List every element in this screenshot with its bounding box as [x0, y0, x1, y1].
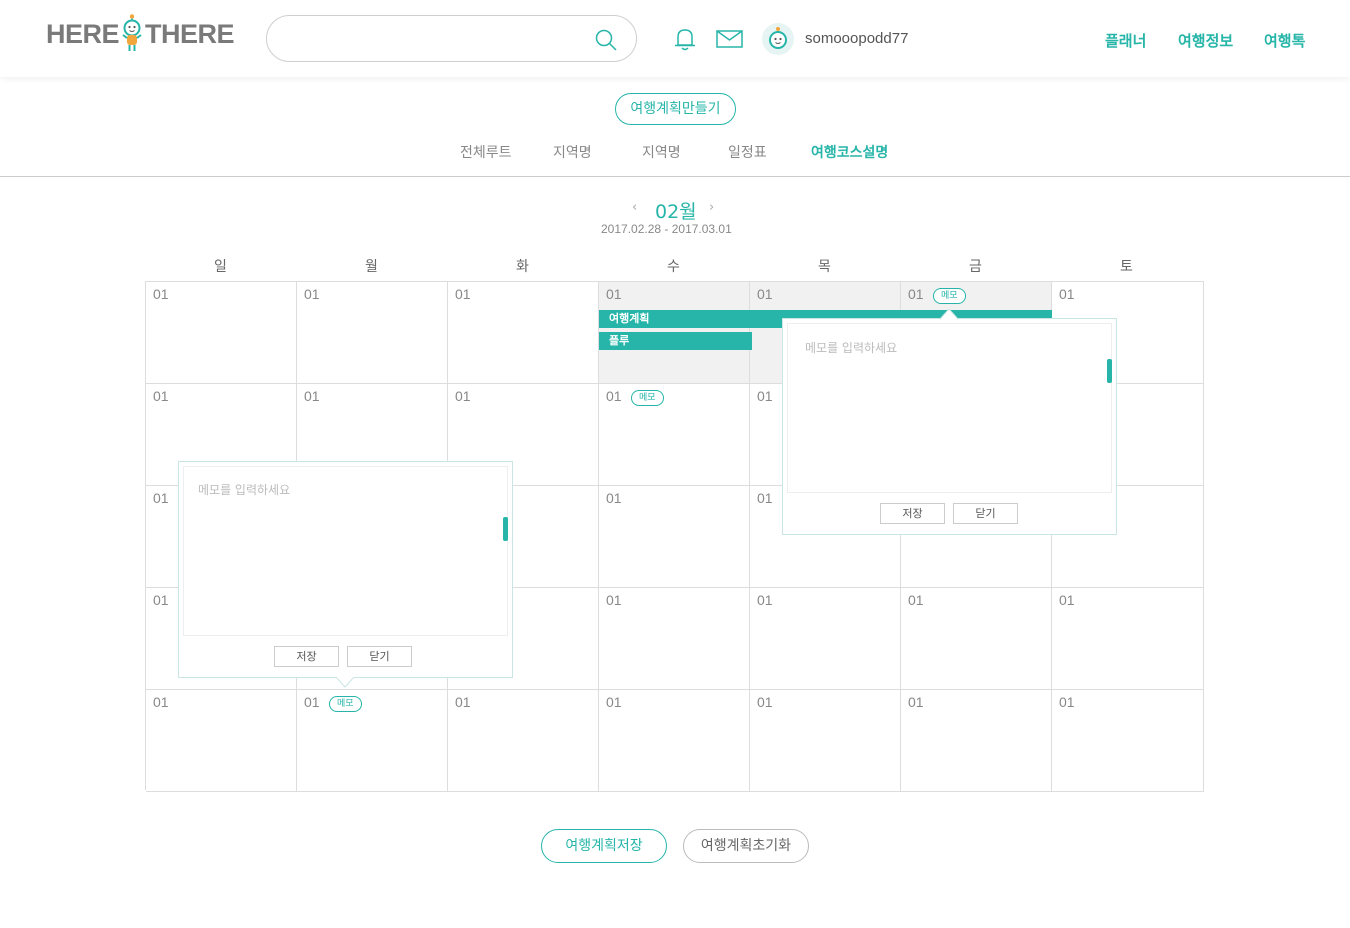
day-number: 01 — [153, 592, 169, 608]
calendar-day-cell[interactable]: 01 메모 — [599, 384, 750, 486]
memo-popup-right: 메모를 입력하세요 저장 닫기 — [782, 309, 1117, 535]
memo-badge[interactable]: 메모 — [631, 390, 664, 406]
calendar-day-cell[interactable]: 01 — [599, 690, 750, 792]
memo-textarea[interactable]: 메모를 입력하세요 — [183, 466, 508, 636]
date-range: 2017.02.28 - 2017.03.01 — [601, 222, 732, 236]
day-number: 01 — [304, 388, 320, 404]
top-header: HERE THERE somooopodd77 플래너 여행정보 여행톡 — [0, 0, 1350, 77]
memo-placeholder: 메모를 입력하세요 — [198, 483, 291, 497]
save-plan-button[interactable]: 여행계획저장 — [541, 829, 667, 863]
day-number: 01 — [153, 286, 169, 302]
memo-scrollbar[interactable] — [503, 517, 508, 541]
calendar-day-cell[interactable]: 01 — [297, 282, 448, 384]
memo-scrollbar[interactable] — [1107, 359, 1112, 383]
prev-month-arrow[interactable]: ‹ — [632, 200, 637, 215]
day-number: 01 — [153, 490, 169, 506]
popup-pointer-icon — [940, 309, 958, 320]
event-bar-flu[interactable]: 플루 — [599, 332, 752, 350]
day-number: 01 — [757, 490, 773, 506]
calendar-day-cell[interactable]: 01 — [146, 282, 297, 384]
day-number: 01 — [757, 694, 773, 710]
day-number: 01 — [606, 286, 622, 302]
memo-popup-left: 메모를 입력하세요 저장 닫기 — [178, 461, 513, 688]
calendar-day-cell[interactable]: 01 — [448, 690, 599, 792]
username[interactable]: somooopodd77 — [805, 30, 908, 47]
weekday-wed: 수 — [667, 259, 680, 275]
day-number: 01 — [304, 694, 320, 710]
calendar-day-cell[interactable]: 01 — [750, 588, 901, 690]
day-number: 01 — [304, 286, 320, 302]
memo-save-button[interactable]: 저장 — [880, 503, 945, 524]
tab-course-description[interactable]: 여행코스설명 — [811, 142, 888, 162]
mascot-icon — [122, 14, 142, 51]
make-plan-button[interactable]: 여행계획만들기 — [615, 93, 736, 125]
calendar-day-cell[interactable]: 01 — [599, 588, 750, 690]
mail-icon[interactable] — [716, 29, 743, 49]
day-number: 01 — [908, 286, 924, 302]
logo-text-right: THERE — [145, 18, 235, 49]
day-number: 01 — [153, 694, 169, 710]
weekday-sun: 일 — [214, 259, 227, 275]
calendar-day-cell[interactable]: 01 — [146, 690, 297, 792]
search-input[interactable] — [285, 26, 585, 52]
bell-icon[interactable] — [672, 26, 698, 52]
avatar[interactable] — [762, 23, 794, 55]
day-number: 01 — [1059, 694, 1075, 710]
avatar-icon — [769, 27, 787, 49]
nav-travel-talk[interactable]: 여행톡 — [1264, 30, 1305, 51]
weekday-thu: 목 — [818, 259, 831, 275]
day-number: 01 — [455, 694, 471, 710]
next-month-arrow[interactable]: › — [709, 200, 714, 215]
search-icon[interactable] — [594, 28, 618, 52]
memo-badge[interactable]: 메모 — [329, 696, 362, 712]
nav-planner[interactable]: 플래너 — [1105, 30, 1146, 51]
calendar-day-cell[interactable]: 01 — [599, 486, 750, 588]
day-number: 01 — [455, 388, 471, 404]
weekday-sat: 토 — [1120, 259, 1133, 275]
day-number: 01 — [606, 490, 622, 506]
day-number: 01 — [757, 286, 773, 302]
calendar-day-cell[interactable]: 01 메모 — [297, 690, 448, 792]
tab-region-2[interactable]: 지역명 — [642, 142, 681, 162]
day-number: 01 — [606, 694, 622, 710]
logo[interactable]: HERE THERE — [46, 12, 235, 56]
calendar-day-cell[interactable]: 01 — [750, 690, 901, 792]
calendar-day-cell[interactable]: 01 — [1052, 588, 1204, 690]
memo-placeholder: 메모를 입력하세요 — [805, 341, 898, 355]
day-number: 01 — [153, 388, 169, 404]
memo-close-button[interactable]: 닫기 — [347, 646, 412, 667]
day-number: 01 — [908, 592, 924, 608]
calendar-day-cell[interactable]: 01 — [901, 588, 1052, 690]
weekday-fri: 금 — [969, 259, 982, 275]
reset-plan-button[interactable]: 여행계획초기화 — [683, 829, 809, 863]
day-number: 01 — [757, 592, 773, 608]
popup-pointer-icon — [336, 677, 354, 688]
memo-textarea[interactable]: 메모를 입력하세요 — [787, 323, 1112, 493]
current-month: 02월 — [655, 201, 697, 223]
tab-schedule[interactable]: 일정표 — [728, 142, 767, 162]
day-number: 01 — [908, 694, 924, 710]
memo-save-button[interactable]: 저장 — [274, 646, 339, 667]
sub-navigation: 여행계획만들기 전체루트 지역명 지역명 일정표 여행코스설명 — [0, 77, 1350, 177]
memo-badge[interactable]: 메모 — [933, 288, 966, 304]
calendar-day-cell[interactable]: 01 — [448, 282, 599, 384]
day-number: 01 — [455, 286, 471, 302]
tab-full-route[interactable]: 전체루트 — [460, 142, 512, 162]
day-number: 01 — [606, 592, 622, 608]
day-number: 01 — [757, 388, 773, 404]
day-number: 01 — [1059, 592, 1075, 608]
memo-close-button[interactable]: 닫기 — [953, 503, 1018, 524]
weekday-tue: 화 — [516, 259, 529, 275]
logo-text-left: HERE — [46, 18, 120, 49]
weekday-mon: 월 — [365, 259, 378, 275]
calendar-day-cell[interactable]: 01 — [1052, 690, 1204, 792]
nav-travel-info[interactable]: 여행정보 — [1178, 30, 1233, 51]
day-number: 01 — [606, 388, 622, 404]
search-box[interactable] — [266, 15, 637, 62]
day-number: 01 — [1059, 286, 1075, 302]
calendar-day-cell[interactable]: 01 — [901, 690, 1052, 792]
tab-region-1[interactable]: 지역명 — [553, 142, 592, 162]
